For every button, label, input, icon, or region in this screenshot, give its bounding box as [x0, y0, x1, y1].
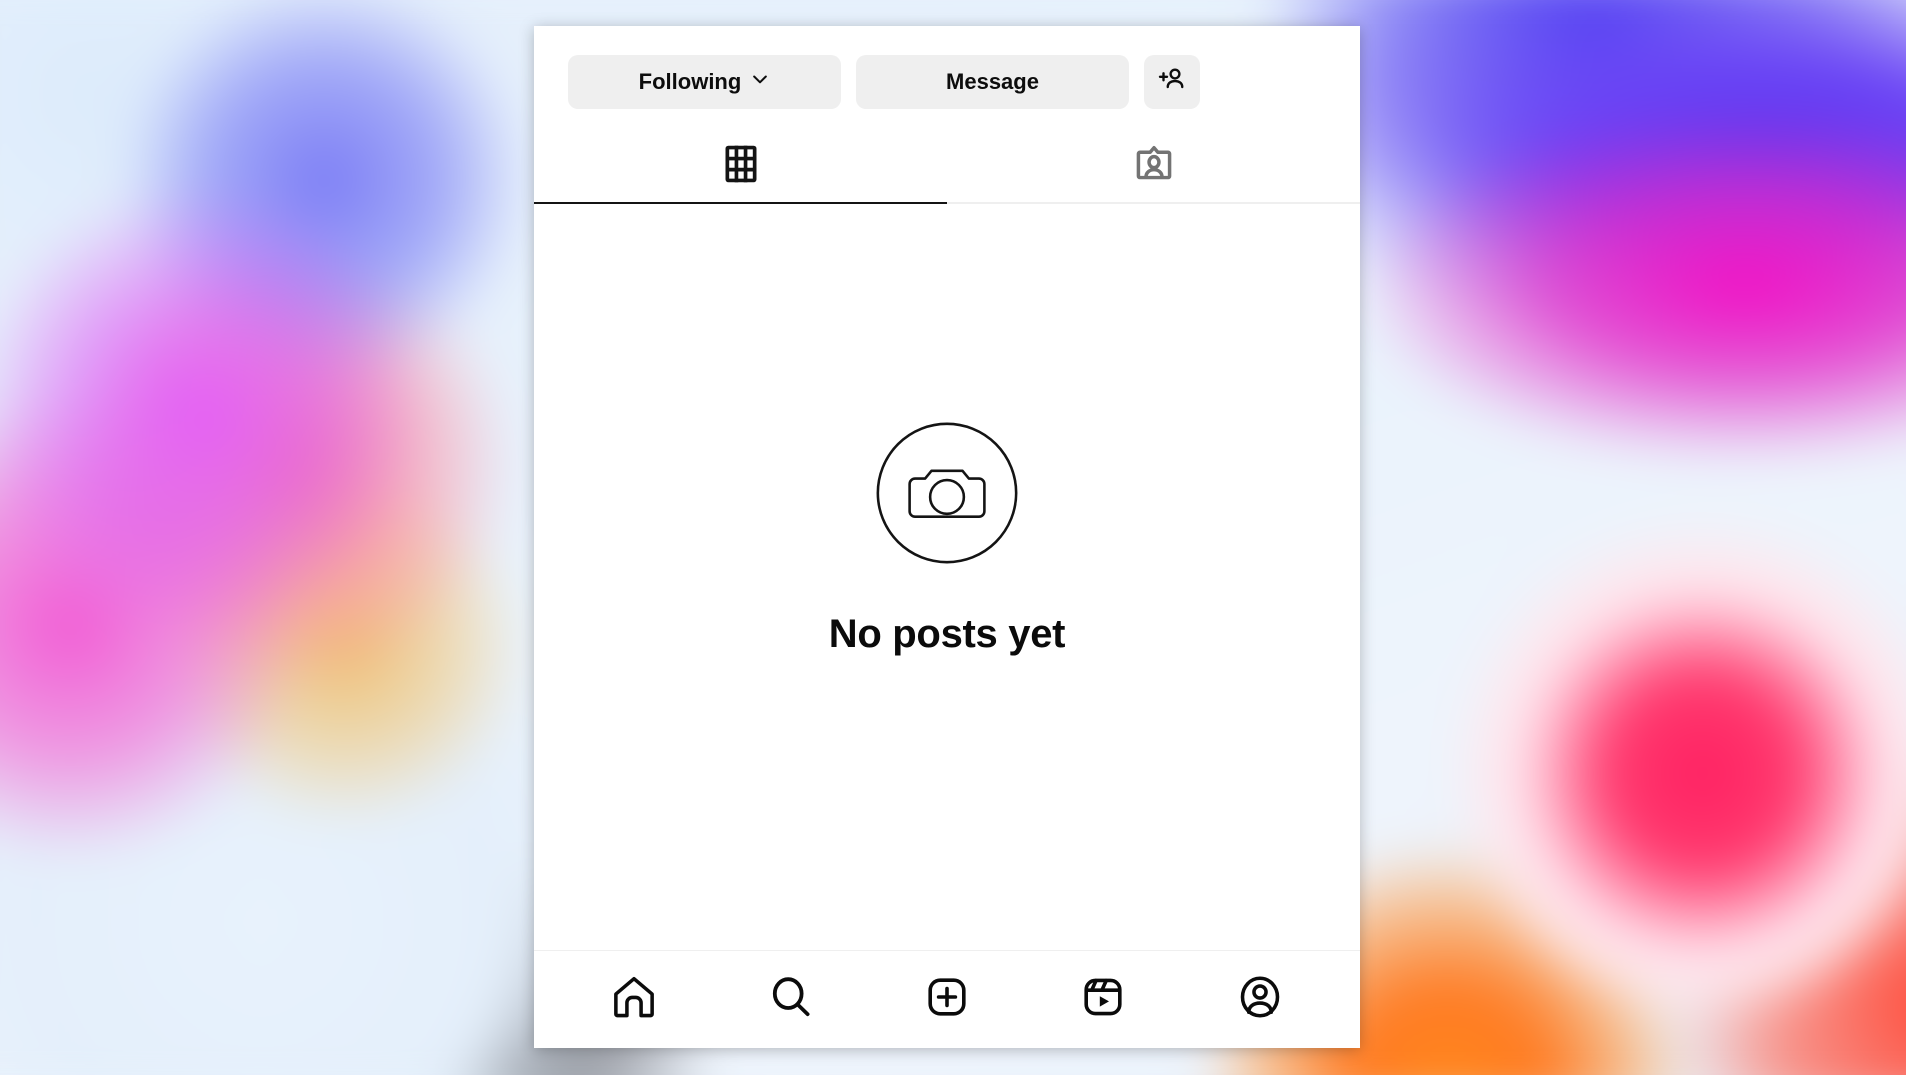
profile-tabs [534, 134, 1360, 204]
nav-item-home[interactable] [589, 965, 679, 1035]
home-icon [609, 972, 659, 1027]
add-person-icon [1157, 64, 1187, 100]
tagged-person-icon [1132, 142, 1176, 191]
instagram-profile-card: Following Message [534, 26, 1360, 1048]
camera-in-circle-icon [871, 417, 1023, 574]
profile-circle-icon [1235, 972, 1285, 1027]
plus-square-icon [923, 973, 971, 1026]
reels-icon [1079, 973, 1127, 1026]
empty-state: No posts yet [534, 204, 1360, 869]
grid-icon [720, 143, 762, 190]
following-button-label: Following [639, 69, 742, 95]
nav-item-profile[interactable] [1215, 965, 1305, 1035]
tab-tagged[interactable] [947, 134, 1360, 204]
chevron-down-icon [750, 69, 770, 95]
following-button[interactable]: Following [568, 55, 841, 109]
message-button-label: Message [946, 69, 1039, 95]
tab-posts[interactable] [534, 134, 947, 204]
nav-item-reels[interactable] [1058, 965, 1148, 1035]
bottom-navigation-bar [534, 950, 1360, 1048]
nav-item-create[interactable] [902, 965, 992, 1035]
message-button[interactable]: Message [856, 55, 1129, 109]
add-person-button[interactable] [1144, 55, 1200, 109]
nav-item-search[interactable] [746, 965, 836, 1035]
empty-state-title: No posts yet [829, 612, 1065, 657]
search-icon [767, 973, 815, 1026]
profile-action-row: Following Message [534, 26, 1360, 109]
